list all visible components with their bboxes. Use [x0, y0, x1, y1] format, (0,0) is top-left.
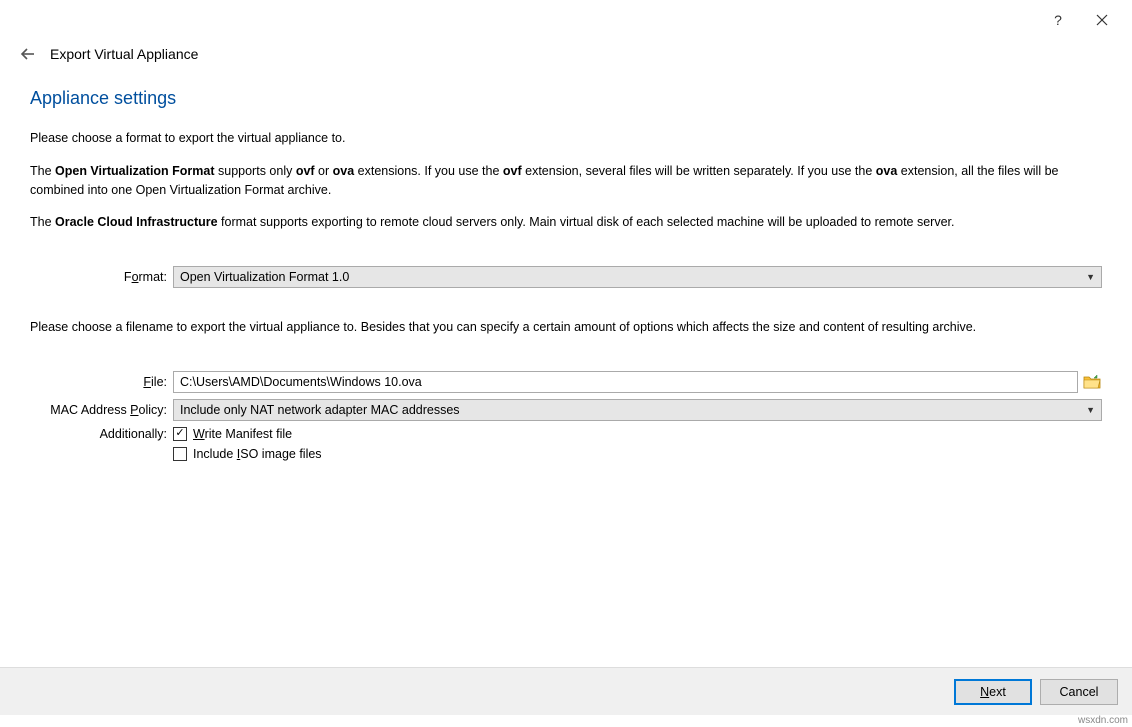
help-button[interactable]: ? [1036, 5, 1080, 35]
title-bar: ? [0, 0, 1132, 40]
file-label: File: [30, 375, 173, 389]
format-select[interactable]: Open Virtualization Format 1.0 ▼ [173, 266, 1102, 288]
wizard-header: Export Virtual Appliance [0, 40, 1132, 68]
folder-icon [1083, 374, 1101, 390]
file-row: File: [30, 371, 1102, 393]
mac-policy-row: MAC Address Policy: Include only NAT net… [30, 399, 1102, 421]
cancel-button[interactable]: Cancel [1040, 679, 1118, 705]
back-arrow-icon[interactable] [20, 46, 36, 62]
window-title: Export Virtual Appliance [50, 46, 198, 62]
format-label: Format: [30, 270, 173, 284]
intro-paragraph-1: Please choose a format to export the vir… [30, 129, 1102, 148]
mac-policy-value: Include only NAT network adapter MAC add… [180, 403, 460, 417]
content-area: Appliance settings Please choose a forma… [0, 68, 1132, 461]
additionally-row-1: Additionally: Write Manifest file [30, 427, 1102, 441]
additionally-row-2: Include ISO image files [30, 447, 1102, 461]
help-icon: ? [1054, 12, 1062, 28]
footer-bar: Next Cancel [0, 667, 1132, 715]
chevron-down-icon: ▼ [1086, 272, 1095, 282]
include-iso-label: Include ISO image files [193, 447, 322, 461]
write-manifest-checkbox[interactable] [173, 427, 187, 441]
file-input[interactable] [173, 371, 1078, 393]
format-row: Format: Open Virtualization Format 1.0 ▼ [30, 266, 1102, 288]
browse-button[interactable] [1082, 372, 1102, 392]
write-manifest-label: Write Manifest file [193, 427, 292, 441]
include-iso-checkbox[interactable] [173, 447, 187, 461]
format-value: Open Virtualization Format 1.0 [180, 270, 349, 284]
additionally-label: Additionally: [30, 427, 173, 441]
intro-paragraph-2: The Open Virtualization Format supports … [30, 162, 1102, 200]
close-icon [1096, 14, 1108, 26]
next-button[interactable]: Next [954, 679, 1032, 705]
watermark: wsxdn.com [1078, 715, 1128, 726]
chevron-down-icon: ▼ [1086, 405, 1095, 415]
page-heading: Appliance settings [30, 88, 1102, 109]
filename-paragraph: Please choose a filename to export the v… [30, 318, 1102, 337]
close-button[interactable] [1080, 5, 1124, 35]
mac-policy-label: MAC Address Policy: [30, 403, 173, 417]
intro-paragraph-3: The Oracle Cloud Infrastructure format s… [30, 213, 1102, 232]
mac-policy-select[interactable]: Include only NAT network adapter MAC add… [173, 399, 1102, 421]
